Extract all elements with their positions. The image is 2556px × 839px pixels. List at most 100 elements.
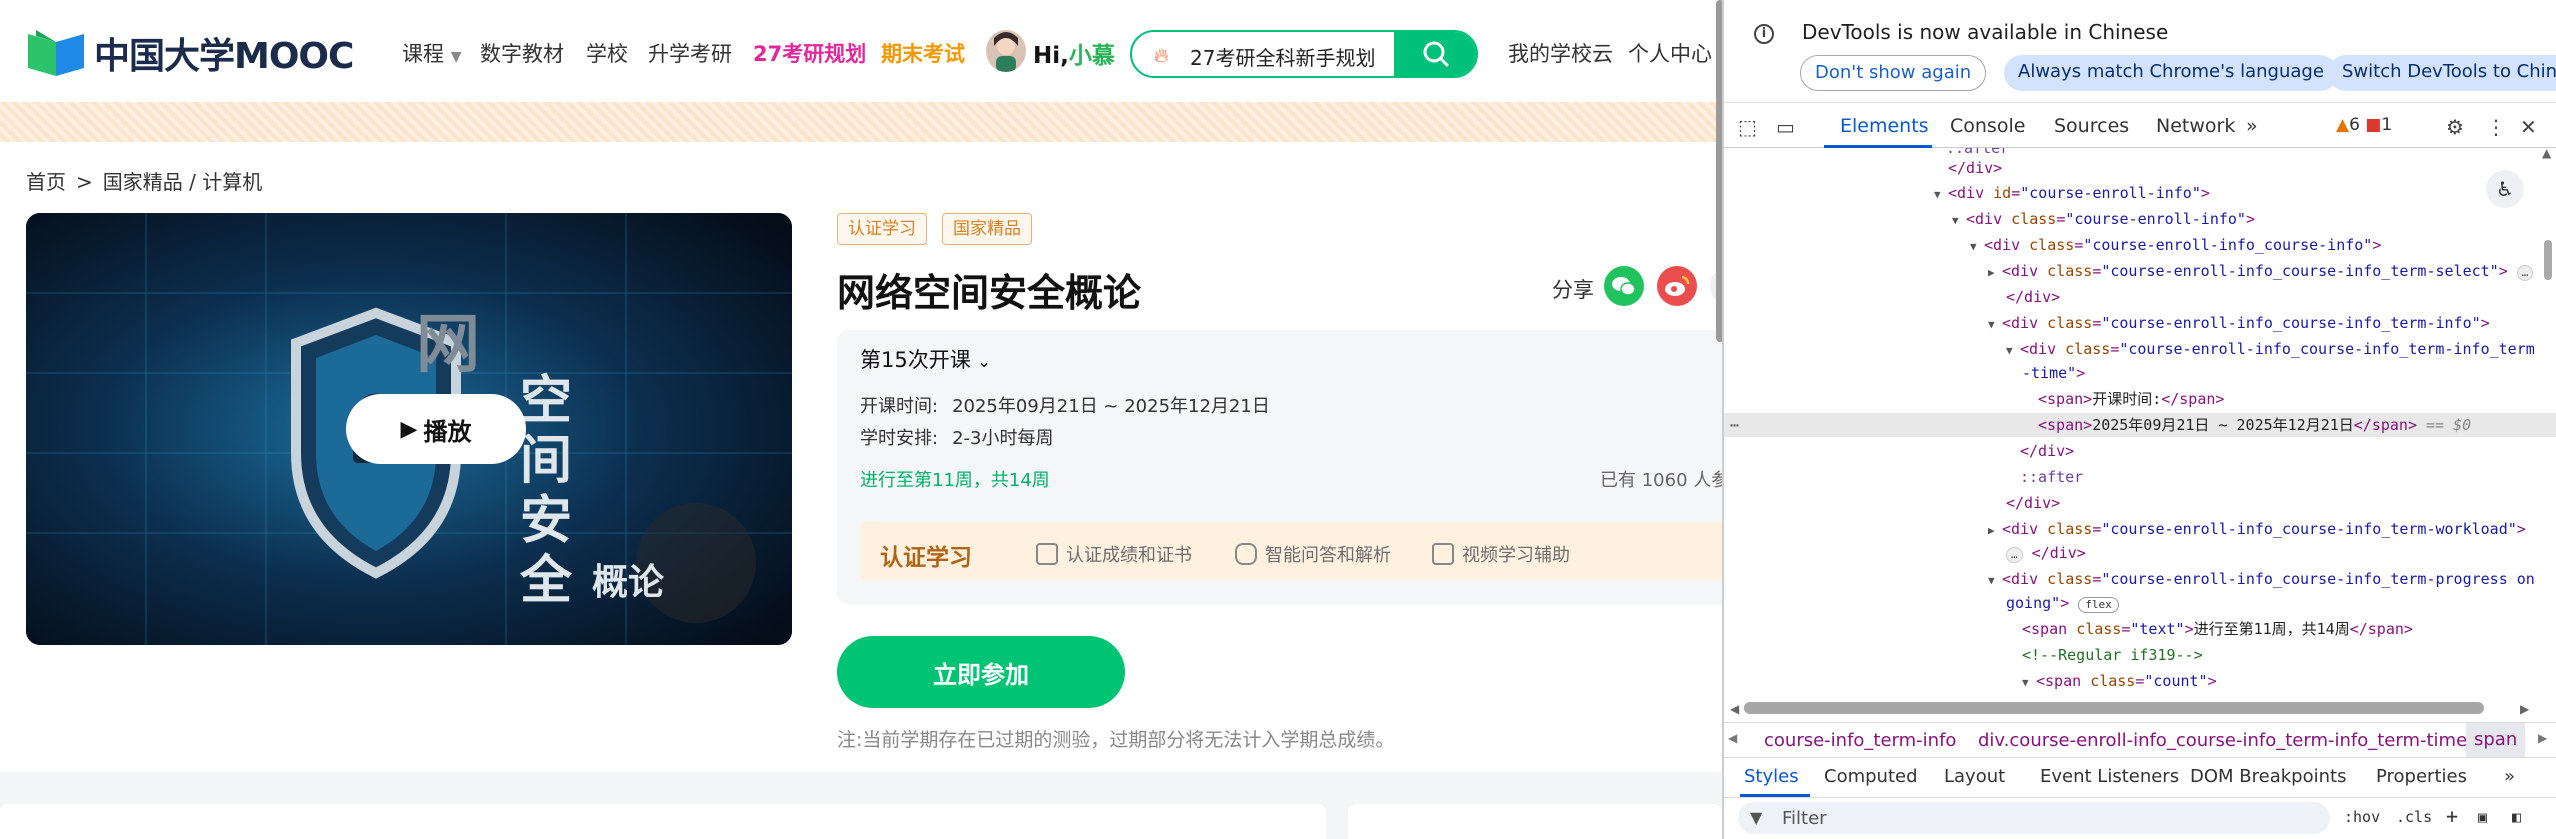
dom-node[interactable]: </div> — [2006, 491, 2060, 515]
dom-node[interactable]: -time"> — [2022, 361, 2085, 385]
subtab-computed[interactable]: Computed — [1824, 766, 1918, 787]
crumbs-right-arrow-icon[interactable]: ▶ — [2538, 731, 2547, 745]
subtab-layout[interactable]: Layout — [1944, 766, 2005, 787]
more-subtabs-icon[interactable]: » — [2504, 766, 2515, 787]
dom-node-selected[interactable]: ⋯ <span>2025年09月21日 ~ 2025年12月21日</span> … — [1724, 413, 2556, 437]
nav-personal-center[interactable]: 个人中心 — [1628, 38, 1712, 68]
course-video-player[interactable]: 网 空 间 安 全 概论 ▶ 播放 — [26, 213, 792, 645]
dom-node[interactable]: ▼ <div class="course-enroll-info_course-i… — [1988, 311, 2490, 335]
dom-node[interactable]: <span>开课时间:</span> — [2038, 387, 2224, 411]
join-button[interactable]: 立即参加 — [837, 636, 1125, 708]
scroll-left-arrow-icon[interactable]: ◀ — [1730, 702, 1739, 716]
dom-node[interactable]: going"> flex — [2006, 591, 2119, 615]
site-logo[interactable]: 中国大学MOOC — [26, 27, 354, 79]
class-toggle[interactable]: .cls — [2396, 808, 2432, 826]
add-rule-icon[interactable]: + — [2446, 804, 2458, 828]
nav-27-plan[interactable]: 27考研规划 — [753, 38, 866, 68]
greeting-name: 小慕 — [1068, 43, 1115, 69]
expand-triangle-icon[interactable]: ▼ — [1988, 569, 2002, 593]
close-devtools-icon[interactable]: ✕ — [2520, 115, 2537, 139]
scroll-up-arrow-icon[interactable]: ▲ — [2542, 146, 2551, 160]
play-button[interactable]: ▶ 播放 — [346, 394, 526, 464]
term-select[interactable]: 第15次开课 ⌄ — [860, 344, 991, 374]
flex-badge[interactable]: flex — [2078, 597, 2119, 613]
dom-node[interactable]: <span class="text">进行至第11周，共14周</span> — [2022, 617, 2413, 641]
dom-node[interactable]: ▶ <div class="course-enroll-info_course-i… — [1988, 517, 2526, 541]
toggle-sidebar-icon[interactable]: ◧ — [2512, 808, 2521, 826]
expand-triangle-icon[interactable]: ▼ — [1970, 235, 1984, 259]
tab-console[interactable]: Console — [1950, 115, 2025, 137]
nav-courses[interactable]: 课程 ▼ — [402, 38, 461, 68]
ellipsis-badge[interactable]: … — [2006, 547, 2023, 563]
kebab-menu-icon[interactable]: ⋮ — [2486, 115, 2506, 139]
infobar-message: DevTools is now available in Chinese — [1802, 20, 2169, 44]
breadcrumb-path[interactable]: 国家精品 / 计算机 — [103, 170, 262, 194]
styles-filter-input[interactable]: ▼ Filter — [1738, 802, 2330, 834]
scroll-right-arrow-icon[interactable]: ▶ — [2520, 702, 2529, 716]
expand-triangle-icon[interactable]: ▼ — [1934, 183, 1948, 207]
weibo-share-icon[interactable] — [1657, 266, 1697, 306]
dom-node[interactable]: ::after — [2020, 465, 2083, 489]
dom-node[interactable]: … </div> — [2006, 541, 2086, 565]
dom-node[interactable]: ▼ <div class="course-enroll-info"> — [1952, 207, 2255, 231]
settings-gear-icon[interactable]: ⚙ — [2446, 115, 2464, 139]
dom-attr-value: "course-enroll-info" — [2065, 210, 2246, 228]
breadcrumb-home[interactable]: 首页 — [26, 170, 66, 194]
dom-horizontal-scrollbar[interactable] — [1744, 702, 2484, 714]
nav-digital-textbook[interactable]: 数字教材 — [480, 38, 564, 68]
dom-node[interactable]: </div> — [2006, 285, 2060, 309]
nav-school-cloud[interactable]: 我的学校云 — [1508, 38, 1613, 68]
more-tabs-icon[interactable]: » — [2246, 115, 2258, 137]
hover-state-toggle[interactable]: :hov — [2344, 808, 2380, 826]
nav-postgrad[interactable]: 升学考研 — [648, 38, 732, 68]
ellipsis-badge[interactable]: … — [2516, 265, 2534, 281]
subtab-dom-breakpoints[interactable]: DOM Breakpoints — [2190, 766, 2346, 787]
crumbs-left-arrow-icon[interactable]: ◀ — [1728, 731, 1737, 745]
dom-node[interactable]: <!--Regular if319--> — [2022, 643, 2203, 667]
lower-content-card-left — [0, 804, 1326, 839]
dom-tree[interactable]: ::after </div> ▼ <div id="course-enroll-i… — [1724, 148, 2556, 703]
inspect-element-icon[interactable]: ⬚ — [1738, 115, 1757, 139]
collapse-triangle-icon[interactable]: ▶ — [1988, 519, 2002, 543]
collapse-triangle-icon[interactable]: ▶ — [1988, 261, 2002, 285]
match-chrome-language-button[interactable]: Always match Chrome's language — [2004, 55, 2338, 91]
dom-node[interactable]: ▼ <div class="course-enroll-info_course-i… — [1970, 233, 2381, 257]
tab-elements[interactable]: Elements — [1840, 115, 1929, 137]
search-box[interactable]: 🔥︎ 27考研全科新手规划 — [1130, 30, 1478, 78]
issues-badge[interactable]: ▲6 ■1 — [2336, 115, 2392, 135]
crumb-term-info[interactable]: course-info_term-info — [1764, 730, 1956, 751]
search-button[interactable] — [1394, 32, 1476, 76]
dont-show-again-button[interactable]: Don't show again — [1800, 55, 1987, 91]
course-title: 网络空间安全概论 — [837, 271, 1142, 315]
accessibility-icon[interactable]: ♿︎ — [2486, 170, 2524, 208]
tab-network[interactable]: Network — [2156, 115, 2235, 137]
tab-sources[interactable]: Sources — [2054, 115, 2129, 137]
crumb-term-time[interactable]: div.course-enroll-info_course-info_term-… — [1978, 730, 2467, 751]
row-menu-icon[interactable]: ⋯ — [1730, 413, 1739, 437]
switch-devtools-language-button[interactable]: Switch DevTools to Chin — [2328, 55, 2556, 91]
color-format-icon[interactable]: ▣ — [2478, 808, 2487, 826]
dom-node[interactable]: ▼ <div class="course-enroll-info_course-i… — [1988, 567, 2535, 591]
crumb-span-selected[interactable]: span — [2466, 723, 2526, 757]
dom-node[interactable]: </div> — [1948, 156, 2002, 180]
dom-node[interactable]: ▶ <div class="course-enroll-info_course-i… — [1988, 259, 2534, 285]
subtab-properties[interactable]: Properties — [2376, 766, 2467, 787]
wechat-share-icon[interactable] — [1604, 266, 1644, 306]
device-toolbar-icon[interactable]: ▭ — [1776, 115, 1795, 139]
search-input[interactable]: 27考研全科新手规划 — [1190, 42, 1375, 71]
expand-triangle-icon[interactable]: ▼ — [1988, 313, 2002, 337]
dom-vertical-scrollbar[interactable] — [2544, 240, 2552, 280]
dom-node[interactable]: ▼ <div class="course-enroll-info_course-i… — [2006, 337, 2535, 361]
dom-node[interactable]: ▼ <div id="course-enroll-info"> — [1934, 181, 2210, 205]
nav-final-exam[interactable]: 期末考试 — [881, 38, 965, 68]
expand-triangle-icon[interactable]: ▼ — [2006, 339, 2020, 363]
certification-title: 认证学习 — [880, 545, 972, 571]
subtab-styles[interactable]: Styles — [1744, 766, 1799, 787]
dom-node[interactable]: </div> — [2020, 439, 2074, 463]
nav-school[interactable]: 学校 — [586, 38, 628, 68]
expand-triangle-icon[interactable]: ▼ — [2022, 671, 2036, 695]
mascot-avatar[interactable] — [986, 30, 1026, 72]
expand-triangle-icon[interactable]: ▼ — [1952, 209, 1966, 233]
subtab-event-listeners[interactable]: Event Listeners — [2040, 766, 2179, 787]
dom-node[interactable]: ▼ <span class="count"> — [2022, 669, 2217, 693]
